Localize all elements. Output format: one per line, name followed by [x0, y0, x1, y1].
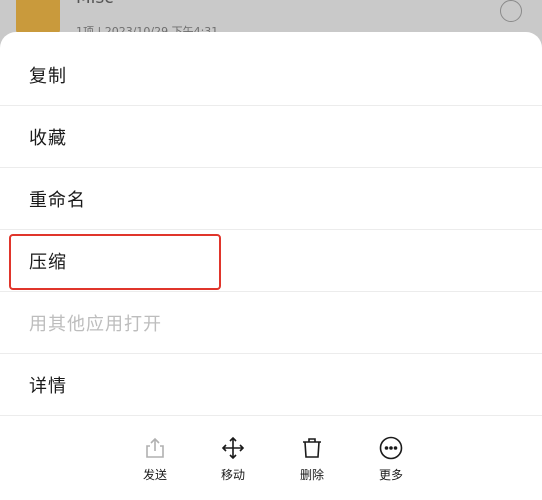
move-label: 移动	[220, 468, 245, 482]
trash-icon	[282, 436, 342, 460]
select-circle-icon[interactable]	[500, 0, 522, 22]
menu-item-copy[interactable]: 复制	[0, 44, 542, 106]
menu-item-favorite[interactable]: 收藏	[0, 106, 542, 168]
more-button[interactable]: 更多	[361, 436, 421, 488]
folder-icon	[16, 0, 60, 34]
file-name: Misc	[76, 0, 114, 8]
send-button: 发送	[125, 436, 185, 488]
menu-item-label: 复制	[29, 66, 67, 87]
share-icon	[125, 436, 185, 460]
delete-label: 删除	[299, 468, 324, 482]
more-icon	[361, 436, 421, 460]
menu-item-details[interactable]: 详情	[0, 354, 542, 416]
menu-item-label: 重命名	[29, 190, 86, 211]
menu-item-label: 详情	[29, 376, 67, 397]
send-label: 发送	[142, 468, 167, 482]
delete-button[interactable]: 删除	[282, 436, 342, 488]
menu-item-rename[interactable]: 重命名	[0, 168, 542, 230]
menu-item-label: 收藏	[29, 128, 67, 149]
highlight-box	[9, 234, 221, 290]
move-button[interactable]: 移动	[203, 436, 263, 488]
menu-item-open-with: 用其他应用打开	[0, 292, 542, 354]
more-label: 更多	[378, 468, 403, 482]
move-icon	[203, 436, 263, 460]
menu-item-label: 用其他应用打开	[29, 314, 162, 335]
